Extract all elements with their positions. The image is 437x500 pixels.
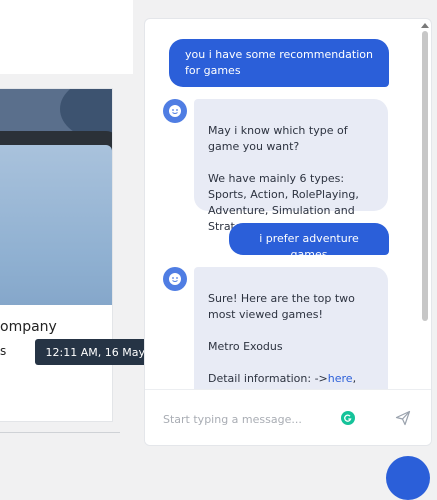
user-message-text: i prefer adventure games [259, 232, 359, 261]
user-message-text: you i have some recommendation for games [185, 48, 373, 77]
scrollbar[interactable] [421, 23, 429, 403]
chat-launcher-button[interactable] [386, 456, 430, 500]
detail-link[interactable]: here [328, 372, 353, 385]
bot-message-text-end: , [352, 372, 357, 385]
user-message: i prefer adventure games [229, 223, 389, 261]
message-input[interactable] [161, 408, 325, 430]
smiley-bot-icon [163, 99, 187, 123]
user-message: you i have some recommendation for games [169, 39, 389, 87]
card-image [0, 89, 112, 305]
bot-message: Sure! Here are the top two most viewed g… [194, 267, 388, 389]
card-title: ompany [0, 319, 57, 335]
background-panel [0, 0, 133, 74]
scroll-up-arrow-icon[interactable] [421, 23, 429, 28]
message-list[interactable]: you i have some recommendation for games… [145, 19, 431, 389]
bot-message: May i know which type of game you want? … [194, 99, 388, 233]
bot-message-text: May i know which type of game you want? … [208, 124, 359, 233]
grammarly-icon[interactable] [341, 411, 355, 425]
message-composer [145, 389, 431, 445]
send-icon[interactable] [395, 410, 411, 426]
card-subtitle: s [0, 344, 7, 358]
background-card: ompany s [0, 88, 113, 422]
divider [0, 432, 120, 433]
smiley-bot-icon [163, 267, 187, 291]
scroll-thumb[interactable] [422, 31, 428, 321]
chat-window: you i have some recommendation for games… [144, 18, 432, 446]
